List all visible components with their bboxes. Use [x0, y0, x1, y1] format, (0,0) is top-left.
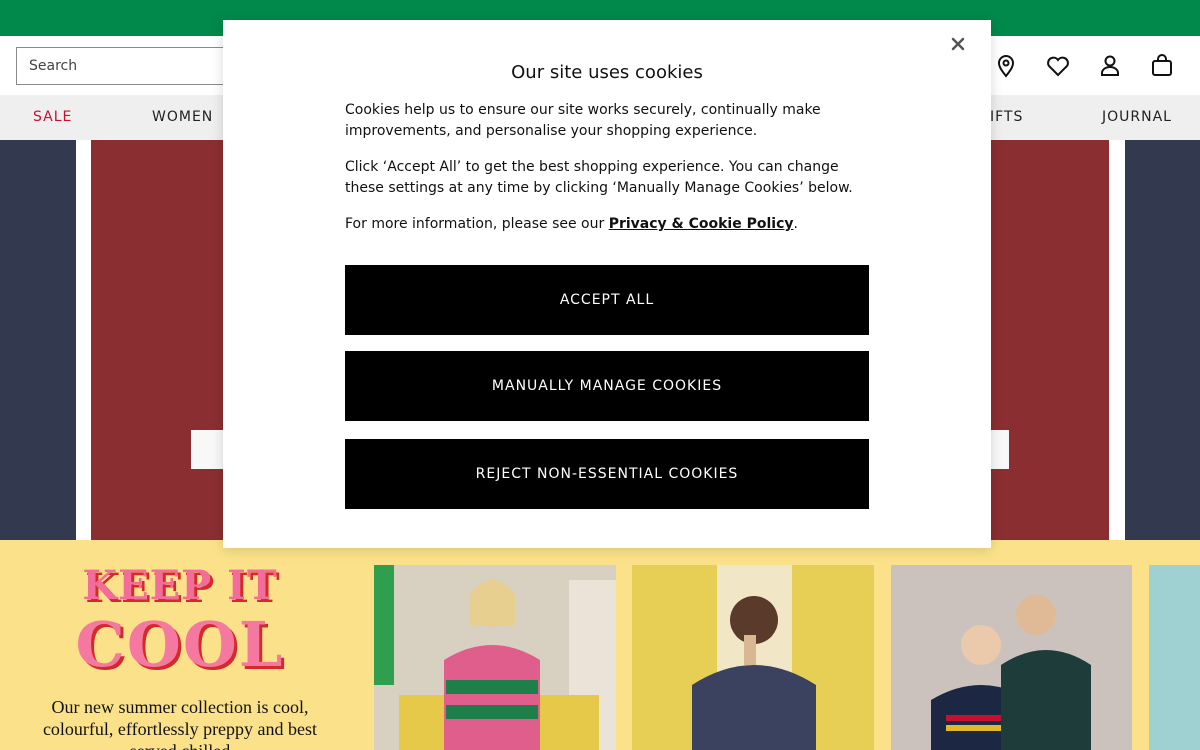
cookie-text-more-info: For more information, please see our Pri… — [345, 214, 875, 235]
cookie-overlay: Our site uses cookies Cookies help us to… — [0, 0, 1200, 750]
more-info-suffix: . — [793, 216, 798, 232]
reject-cookies-button[interactable]: REJECT NON-ESSENTIAL COOKIES — [345, 439, 869, 509]
close-icon[interactable] — [947, 33, 969, 55]
cookie-dialog: Our site uses cookies Cookies help us to… — [223, 20, 991, 548]
more-info-prefix: For more information, please see our — [345, 216, 609, 232]
cookie-title: Our site uses cookies — [511, 62, 703, 83]
manage-cookies-button[interactable]: MANUALLY MANAGE COOKIES — [345, 351, 869, 421]
cookie-text-accept-info: Click ‘Accept All’ to get the best shopp… — [345, 159, 853, 196]
privacy-policy-link[interactable]: Privacy & Cookie Policy — [609, 216, 794, 232]
accept-all-button[interactable]: ACCEPT ALL — [345, 265, 869, 335]
cookie-text-intro: Cookies help us to ensure our site works… — [345, 102, 821, 139]
